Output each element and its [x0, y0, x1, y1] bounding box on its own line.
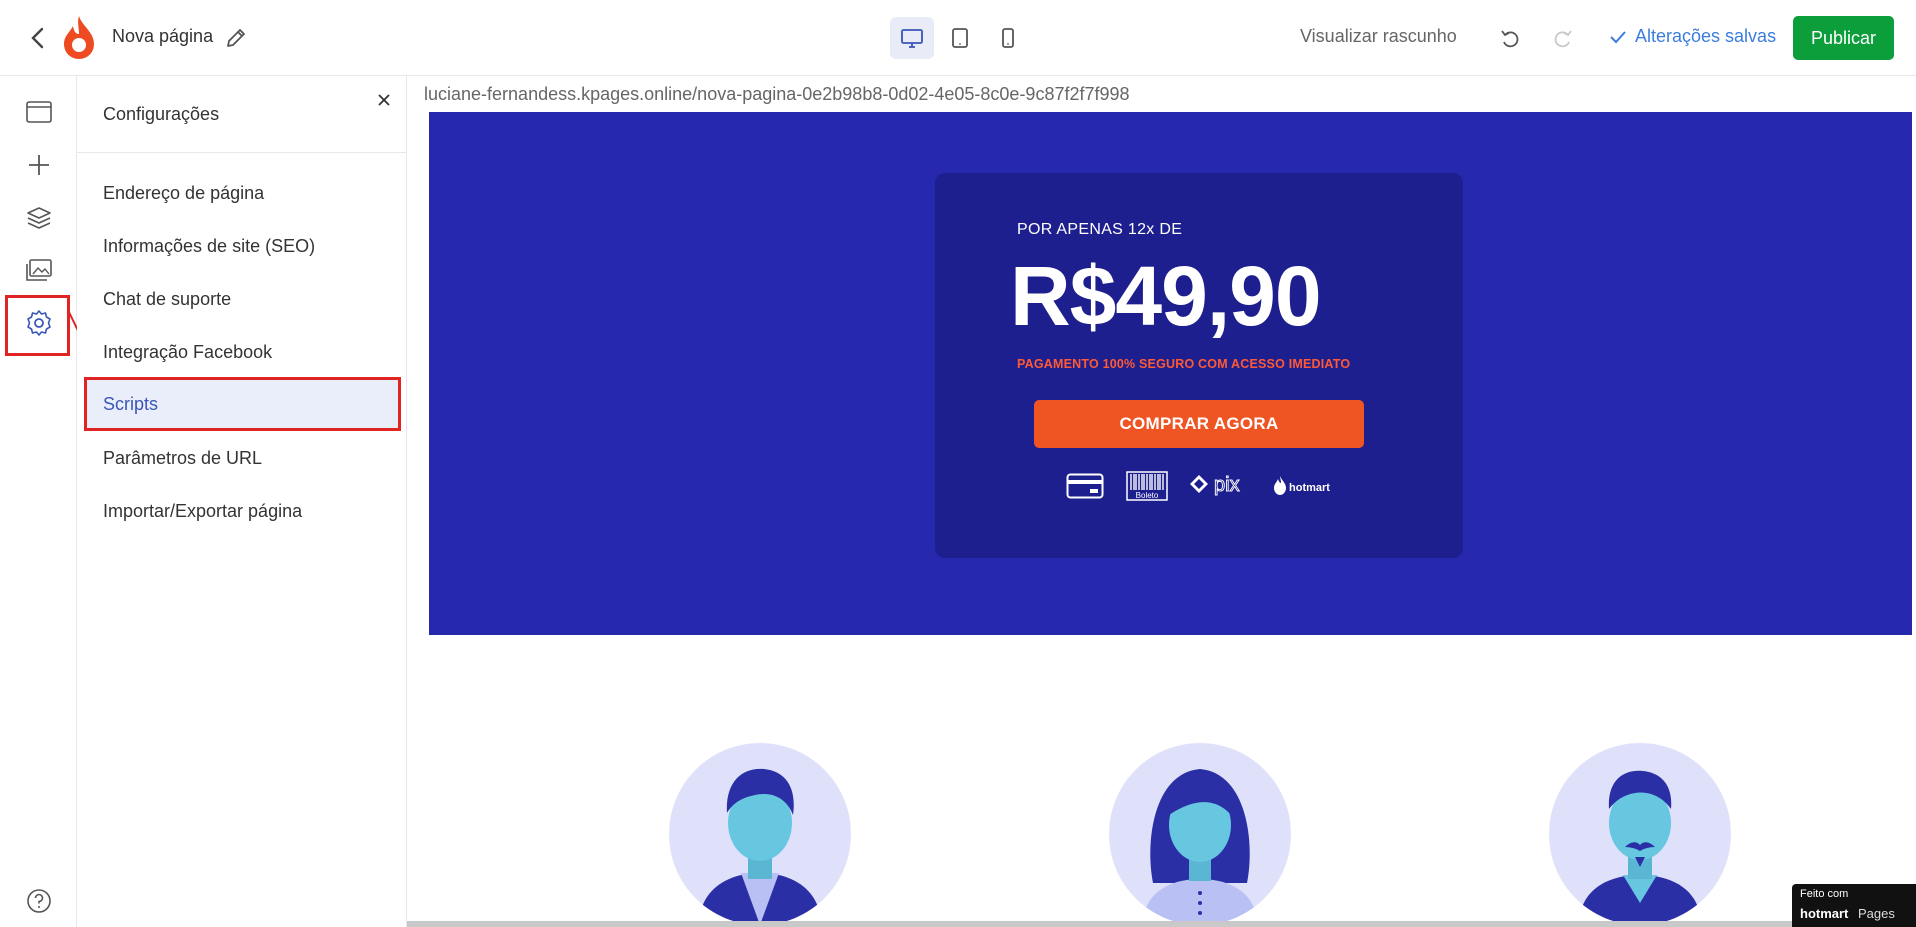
close-icon: [378, 94, 390, 106]
saved-status: Alterações salvas: [1609, 26, 1776, 47]
browser-window-icon: [26, 101, 52, 123]
hotmart-logo-icon: [62, 14, 96, 60]
menu-item-import-export[interactable]: Importar/Exportar página: [103, 501, 302, 522]
menu-item-scripts[interactable]: Scripts: [103, 394, 158, 415]
badge-suffix: Pages: [1858, 906, 1895, 921]
avatar-man-2: [1549, 743, 1731, 925]
help-button[interactable]: [18, 880, 60, 922]
back-button[interactable]: [22, 22, 54, 54]
rail-pages-button[interactable]: [18, 91, 60, 133]
badge-caption: Feito com: [1800, 888, 1849, 900]
mobile-view-button[interactable]: [986, 17, 1030, 59]
pencil-icon: [227, 29, 245, 47]
page-name: Nova página: [112, 26, 214, 46]
desktop-icon: [901, 29, 923, 48]
tablet-icon: [952, 28, 968, 48]
avatar-woman: [1109, 743, 1291, 925]
edit-name-button[interactable]: [222, 24, 250, 52]
boleto-icon: Boleto: [1126, 470, 1168, 502]
plus-icon: [29, 155, 49, 175]
menu-item-facebook[interactable]: Integração Facebook: [103, 342, 272, 363]
undo-icon: [1501, 30, 1519, 48]
publish-button[interactable]: Publicar: [1793, 16, 1894, 60]
preview-draft-button[interactable]: Visualizar rascunho: [1300, 26, 1457, 47]
redo-icon: [1554, 30, 1572, 48]
rail-media-button[interactable]: [18, 249, 60, 291]
menu-item-url-params[interactable]: Parâmetros de URL: [103, 448, 262, 469]
price-prefix: POR APENAS 12x DE: [1017, 221, 1183, 238]
buy-now-button[interactable]: COMPRAR AGORA: [1034, 400, 1364, 448]
pix-label: pix: [1214, 474, 1240, 496]
panel-close-button[interactable]: [370, 86, 398, 114]
page-url[interactable]: luciane-fernandess.kpages.online/nova-pa…: [424, 84, 1130, 105]
image-gallery-icon: [26, 259, 52, 281]
credit-card-icon: [1066, 470, 1104, 502]
panel-divider: [77, 152, 406, 153]
question-circle-icon: [27, 889, 51, 913]
mobile-icon: [1002, 28, 1014, 48]
menu-item-page-address[interactable]: Endereço de página: [103, 183, 264, 204]
desktop-view-button[interactable]: [890, 17, 934, 59]
panel-title: Configurações: [103, 104, 220, 124]
chevron-left-icon: [31, 27, 44, 49]
horizontal-scrollbar[interactable]: [407, 921, 1792, 927]
menu-item-seo[interactable]: Informações de site (SEO): [103, 236, 315, 257]
boleto-label: Boleto: [1136, 491, 1159, 500]
rail-layers-button[interactable]: [18, 197, 60, 239]
saved-status-label: Alterações salvas: [1635, 26, 1777, 46]
menu-item-support-chat[interactable]: Chat de suporte: [103, 289, 231, 310]
price-note: PAGAMENTO 100% SEGURO COM ACESSO IMEDIAT…: [1017, 357, 1351, 371]
hotmart-payment-icon: hotmart: [1273, 470, 1335, 502]
badge-brand: hotmart: [1800, 906, 1849, 921]
redo-button[interactable]: [1547, 22, 1579, 54]
tablet-view-button[interactable]: [938, 17, 982, 59]
hotmart-payment-label: hotmart: [1289, 482, 1330, 494]
price-value: R$49,90: [1010, 249, 1322, 343]
avatar-man-1: [669, 743, 851, 925]
pix-icon: pix: [1188, 470, 1254, 502]
undo-button[interactable]: [1494, 22, 1526, 54]
check-icon: [1610, 30, 1626, 43]
layers-icon: [27, 207, 51, 229]
rail-add-button[interactable]: [18, 144, 60, 186]
